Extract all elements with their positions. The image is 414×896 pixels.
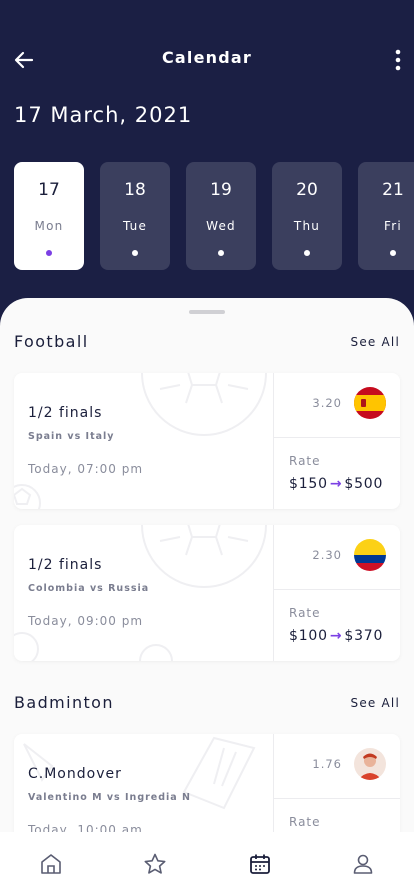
rate-to: $500: [344, 476, 384, 492]
rate-from: $150: [289, 476, 328, 492]
match-odds: 3.20: [312, 396, 342, 410]
match-stage: 1/2 finals: [28, 557, 103, 573]
day-weekday: Thu: [293, 219, 321, 233]
match-card-spain-italy[interactable]: 1/2 finals Spain vs Italy Today, 07:00 p…: [14, 373, 400, 509]
rate-to: $370: [344, 628, 384, 644]
rate-label: Rate: [289, 454, 321, 468]
section-title-football: Football: [14, 332, 89, 351]
see-all-badminton-link[interactable]: See All: [351, 696, 400, 710]
colombia-flag-icon: [354, 539, 386, 571]
rate-value: $150 → $500: [289, 476, 383, 492]
profile-icon[interactable]: [351, 852, 375, 876]
player-avatar: [354, 748, 386, 780]
card-divider: [274, 798, 400, 799]
day-card-20[interactable]: 20 Thu: [272, 162, 342, 270]
card-divider: [274, 589, 400, 590]
match-time: Today, 09:00 pm: [28, 614, 144, 628]
rate-value: $100 → $370: [289, 628, 383, 644]
day-number: 18: [124, 180, 146, 200]
rate-label: Rate: [289, 815, 321, 829]
match-teams: Valentino M vs Ingredia N: [28, 792, 191, 803]
day-dot: [304, 250, 310, 256]
match-teams: Spain vs Italy: [28, 431, 115, 442]
more-options-icon[interactable]: [390, 46, 406, 74]
rate-label: Rate: [289, 606, 321, 620]
day-weekday: Wed: [206, 219, 236, 233]
day-number: 19: [210, 180, 232, 200]
match-time: Today, 07:00 pm: [28, 462, 144, 476]
day-weekday: Tue: [122, 219, 148, 233]
bottom-nav: [0, 832, 414, 896]
star-icon[interactable]: [143, 852, 167, 876]
rate-from: $100: [289, 628, 328, 644]
events-sheet: Football See All 1/2 finals Spain vs Ita…: [0, 298, 414, 896]
match-info: 1/2 finals Spain vs Italy Today, 07:00 p…: [14, 373, 274, 509]
day-card-18[interactable]: 18 Tue: [100, 162, 170, 270]
day-card-17[interactable]: 17 Mon: [14, 162, 84, 270]
section-title-badminton: Badminton: [14, 693, 114, 712]
sheet-drag-handle[interactable]: [189, 310, 225, 314]
day-dot: [218, 250, 224, 256]
day-dot: [132, 250, 138, 256]
day-number: 21: [382, 180, 404, 200]
see-all-football-link[interactable]: See All: [351, 335, 400, 349]
home-icon[interactable]: [39, 852, 63, 876]
day-dot: [46, 250, 52, 256]
day-selector: 17 Mon 18 Tue 19 Wed 20 Thu 21 Fri: [14, 162, 414, 270]
card-divider: [274, 437, 400, 438]
match-stage: 1/2 finals: [28, 405, 103, 421]
day-card-21[interactable]: 21 Fri: [358, 162, 414, 270]
match-info: 1/2 finals Colombia vs Russia Today, 09:…: [14, 525, 274, 661]
day-number: 20: [296, 180, 318, 200]
day-number: 17: [38, 180, 60, 200]
day-weekday: Fri: [384, 219, 402, 233]
day-card-19[interactable]: 19 Wed: [186, 162, 256, 270]
spain-flag-icon: [354, 387, 386, 419]
match-odds: 1.76: [312, 757, 342, 771]
card-divider: [273, 525, 274, 661]
day-dot: [390, 250, 396, 256]
selected-date: 17 March, 2021: [14, 103, 193, 127]
page-title: Calendar: [161, 48, 252, 67]
match-stage: C.Mondover: [28, 766, 122, 782]
card-divider: [273, 373, 274, 509]
match-card-colombia-russia[interactable]: 1/2 finals Colombia vs Russia Today, 09:…: [14, 525, 400, 661]
day-weekday: Mon: [34, 219, 64, 233]
match-odds: 2.30: [312, 548, 342, 562]
header: Calendar 17 March, 2021 17 Mon 18 Tue 19…: [0, 0, 414, 340]
arrow-right-icon: →: [329, 628, 343, 644]
calendar-icon[interactable]: [248, 852, 272, 876]
arrow-right-icon: →: [329, 476, 343, 492]
match-teams: Colombia vs Russia: [28, 583, 150, 594]
